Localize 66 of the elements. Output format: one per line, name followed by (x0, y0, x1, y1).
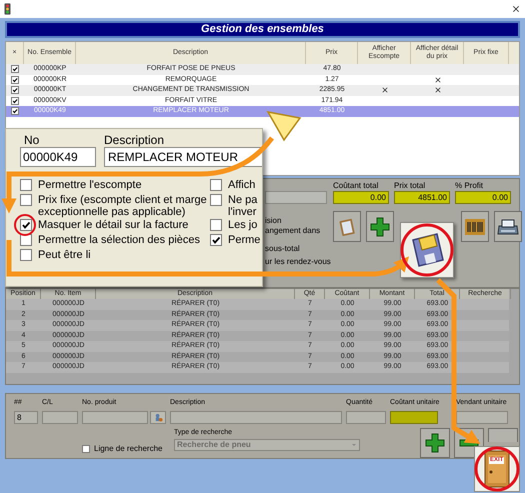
add-button[interactable] (366, 211, 394, 242)
plus-icon (425, 433, 445, 453)
option-label: Prix fixe (escompte client et marge exceptionnelle pas applicable) (38, 194, 207, 218)
clipboard-button[interactable] (333, 211, 361, 242)
option-label: Permettre l'escompte (38, 179, 142, 191)
pointer-icon (266, 110, 302, 142)
input-field[interactable] (170, 411, 342, 424)
checkbox[interactable] (20, 179, 32, 191)
option-label: Masquer le détail sur la facture (38, 219, 188, 231)
checkbox[interactable] (20, 249, 32, 261)
checkbox[interactable] (82, 445, 90, 453)
input-field[interactable] (82, 411, 148, 424)
checkbox[interactable] (11, 65, 19, 74)
option-label: ur les rendez-vous (265, 257, 332, 267)
add-button[interactable] (420, 428, 450, 458)
checkbox[interactable] (210, 234, 222, 246)
barcode-icon (465, 218, 485, 234)
checkbox[interactable] (210, 194, 222, 206)
print-button[interactable] (494, 211, 522, 242)
printer-icon (497, 218, 519, 236)
barcode-button[interactable] (461, 211, 489, 242)
total-label: % Profit (455, 181, 484, 191)
option-label: sous-total (265, 244, 301, 254)
door-icon (482, 450, 512, 488)
highlight-circle (474, 446, 520, 492)
input-field[interactable]: 8 (14, 411, 38, 424)
plus-icon (370, 216, 390, 236)
option-label: Les jo (228, 219, 258, 231)
close-icon[interactable] (511, 4, 521, 14)
field-label: Description (104, 133, 166, 147)
checkbox[interactable] (11, 86, 19, 94)
total-label: Prix total (394, 181, 426, 191)
highlight-circle (14, 214, 36, 236)
lookup-button[interactable] (150, 411, 166, 424)
option-label: Ne pa l'inver (228, 194, 258, 218)
option-label: Peut être li (38, 249, 91, 261)
input-field[interactable] (42, 411, 78, 424)
input-field[interactable] (456, 411, 508, 424)
highlight-circle (400, 224, 454, 276)
option-label: ision (265, 216, 282, 226)
checkbox-label: Ligne de recherche (94, 443, 162, 455)
option-label: Perme (228, 234, 260, 246)
checkbox[interactable] (11, 76, 19, 84)
input-field[interactable] (390, 411, 438, 424)
checkbox[interactable] (20, 194, 32, 206)
person-search-icon (154, 413, 162, 422)
option-label: Affich (228, 179, 256, 191)
checkbox[interactable] (11, 96, 19, 105)
description-field[interactable]: REMPLACER MOTEUR (104, 147, 262, 167)
traffic-light-icon (4, 3, 11, 15)
total-label: Coûtant total (333, 181, 380, 191)
total-field: 4851.00 (394, 191, 450, 204)
number-field[interactable]: 00000K49 (20, 147, 96, 167)
option-label: angement dans (265, 226, 322, 236)
total-field: 0.00 (455, 191, 511, 204)
clipboard-icon (338, 216, 356, 236)
checkbox[interactable] (210, 219, 222, 231)
input-field[interactable] (346, 411, 386, 424)
option-label: Permettre la sélection des pièces (38, 234, 200, 246)
total-field: 0.00 (333, 191, 389, 204)
checkbox[interactable] (11, 107, 19, 116)
window-header: Gestion des ensembles (5, 21, 520, 38)
text-field[interactable] (265, 191, 327, 204)
checkbox[interactable] (20, 219, 32, 231)
field-label: No (23, 133, 40, 147)
checkbox[interactable] (210, 179, 222, 191)
